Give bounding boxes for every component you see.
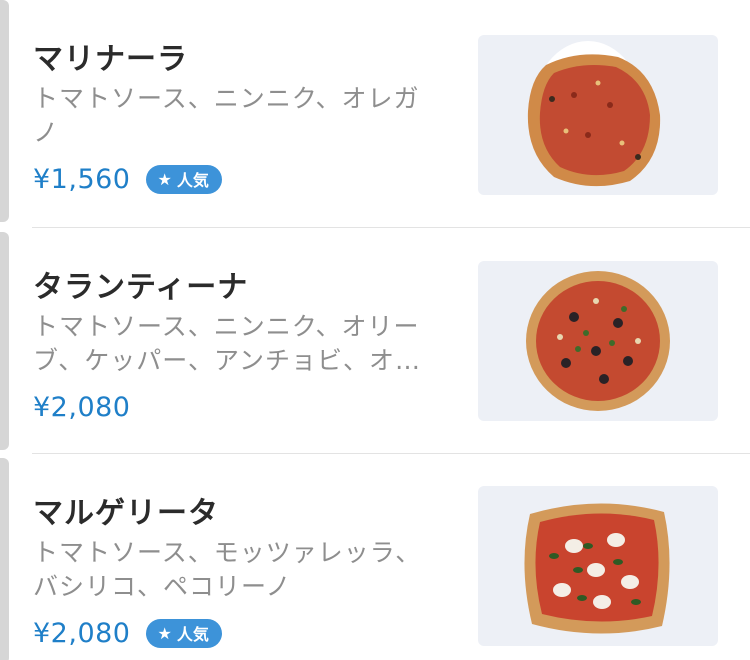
pizza-margherita-icon — [524, 503, 670, 634]
price-row: ¥1,560 ★ 人気 — [33, 160, 222, 198]
item-name: マリナーラ — [33, 42, 188, 77]
pizza-tarantina-icon — [526, 271, 670, 411]
item-name: マルゲリータ — [33, 496, 219, 531]
star-icon: ★ — [157, 169, 172, 189]
popular-badge: ★ 人気 — [146, 618, 222, 648]
price-row: ¥2,080 — [33, 388, 130, 426]
card-edge — [0, 0, 9, 222]
pizza-photo[interactable] — [478, 35, 718, 195]
item-price: ¥2,080 — [33, 617, 131, 649]
star-icon: ★ — [157, 623, 172, 643]
card-edge — [0, 232, 9, 450]
menu-list: マリナーラ トマトソース、ニンニク、オレガノ ¥1,560 ★ 人気 タランティ… — [0, 0, 750, 660]
pizza-photo[interactable] — [478, 486, 718, 646]
item-price: ¥2,080 — [33, 391, 131, 423]
popular-badge: ★ 人気 — [146, 164, 222, 194]
menu-item-margherita[interactable]: マルゲリータ トマトソース、モッツァレッラ、バシリコ、ペコリーノ ¥2,080 … — [0, 454, 750, 660]
item-description: トマトソース、ニンニク、オリーブ、ケッパー、アンチョビ、オ… — [33, 312, 422, 375]
card-edge — [0, 458, 9, 660]
menu-item-marinara[interactable]: マリナーラ トマトソース、ニンニク、オレガノ ¥1,560 ★ 人気 — [0, 0, 750, 228]
item-description: トマトソース、モッツァレッラ、バシリコ、ペコリーノ — [33, 538, 422, 601]
pizza-photo[interactable] — [478, 261, 718, 421]
item-name: タランティーナ — [33, 270, 249, 305]
price-row: ¥2,080 ★ 人気 — [33, 614, 222, 652]
menu-item-tarantina[interactable]: タランティーナ トマトソース、ニンニク、オリーブ、ケッパー、アンチョビ、オ… ¥… — [0, 228, 750, 454]
badge-label: 人気 — [176, 171, 209, 190]
item-price: ¥1,560 — [33, 163, 131, 195]
pizza-marinara-icon — [527, 41, 661, 187]
badge-label: 人気 — [176, 625, 209, 644]
item-description: トマトソース、ニンニク、オレガノ — [33, 84, 420, 147]
